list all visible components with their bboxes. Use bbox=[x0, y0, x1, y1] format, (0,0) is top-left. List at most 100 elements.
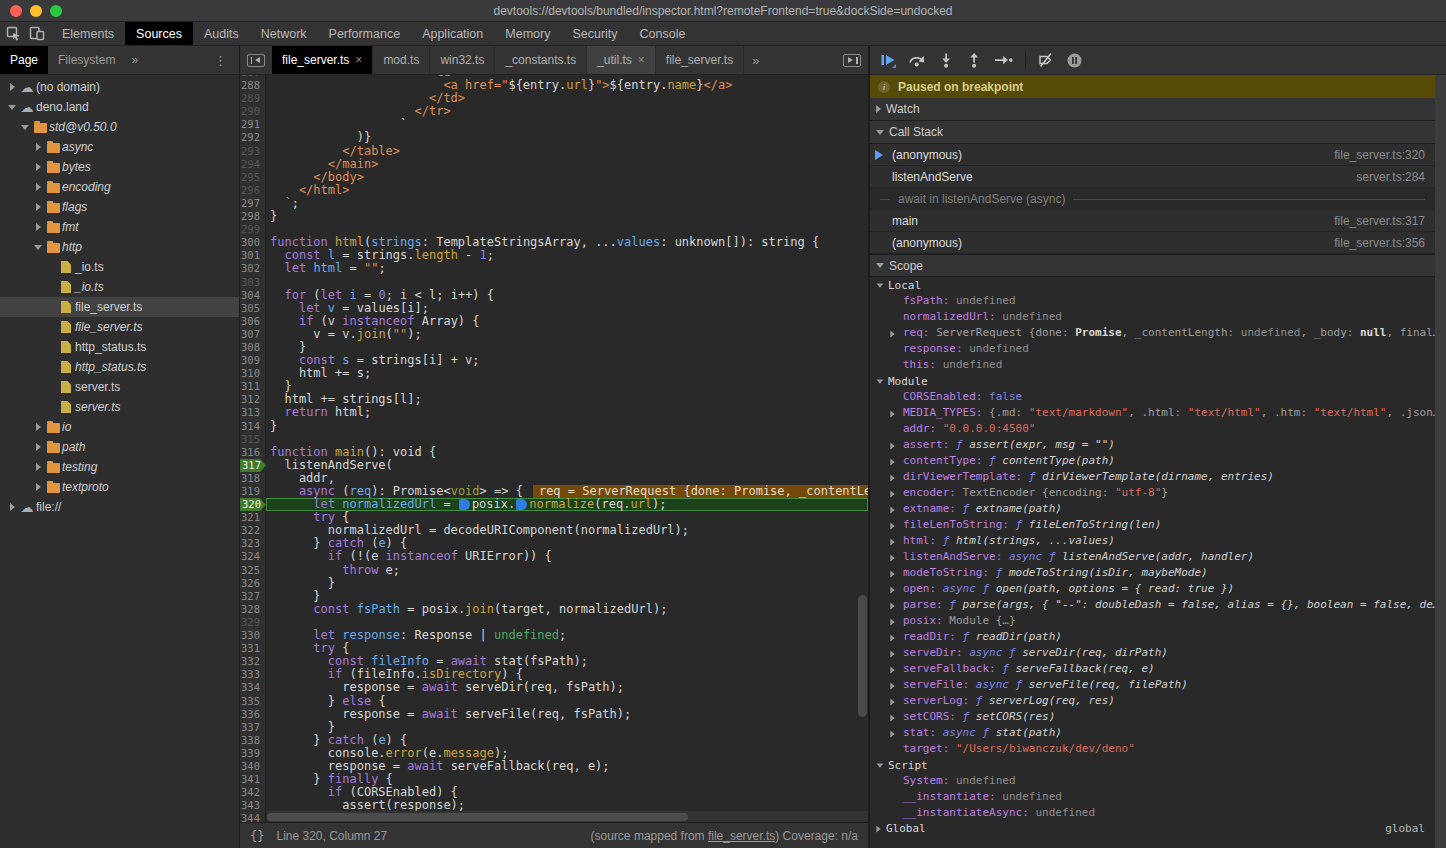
expand-icon[interactable] bbox=[890, 730, 894, 737]
expand-icon[interactable] bbox=[890, 538, 894, 545]
line-number[interactable]: 342 bbox=[240, 786, 266, 799]
frame-location-link[interactable]: file_server.ts:320 bbox=[1334, 148, 1425, 162]
scope-variable[interactable]: req: ServerRequest {done: Promise, _cont… bbox=[870, 325, 1435, 341]
deactivate-breakpoints-button[interactable] bbox=[1038, 52, 1054, 68]
watch-section-header[interactable]: Watch bbox=[870, 98, 1435, 121]
tree-item-file[interactable]: ☁file:// bbox=[0, 497, 239, 517]
pretty-print-button[interactable]: {} bbox=[250, 829, 264, 843]
line-number[interactable]: 314 bbox=[240, 420, 266, 433]
tree-item-http_status.ts[interactable]: http_status.ts bbox=[0, 337, 239, 357]
line-number[interactable]: 338 bbox=[240, 734, 266, 747]
editor-horizontal-scrollbar[interactable] bbox=[267, 811, 868, 822]
scope-variable[interactable]: listenAndServe: async ƒ listenAndServe(a… bbox=[870, 549, 1435, 565]
navigator-tab-filesystem[interactable]: Filesystem bbox=[48, 46, 125, 74]
frame-location-link[interactable]: server.ts:284 bbox=[1356, 170, 1425, 184]
line-number[interactable]: 333 bbox=[240, 668, 266, 681]
scope-section-script[interactable]: Script bbox=[870, 757, 1435, 773]
line-number[interactable]: 310 bbox=[240, 367, 266, 380]
scope-variable[interactable]: CORSEnabled: false bbox=[870, 389, 1435, 405]
line-number[interactable]: 343 bbox=[240, 799, 266, 812]
navigator-tab-page[interactable]: Page bbox=[0, 46, 48, 74]
line-number[interactable]: 301 bbox=[240, 249, 266, 262]
tree-item-file_server.ts[interactable]: file_server.ts bbox=[0, 297, 239, 317]
step-over-button[interactable] bbox=[908, 52, 926, 68]
callstack-frame[interactable]: (anonymous)file_server.ts:356 bbox=[870, 232, 1435, 254]
line-number[interactable]: 302 bbox=[240, 262, 266, 275]
tab-security[interactable]: Security bbox=[561, 22, 628, 45]
scope-variable[interactable]: modeToString: ƒ modeToString(isDir, mayb… bbox=[870, 565, 1435, 581]
line-number[interactable]: 304 bbox=[240, 289, 266, 302]
close-tab-icon[interactable]: × bbox=[355, 53, 362, 67]
line-number[interactable]: 292 bbox=[240, 131, 266, 144]
tree-item-http_status.ts[interactable]: http_status.ts bbox=[0, 357, 239, 377]
scope-variable[interactable]: __instantiateAsync: undefined bbox=[870, 805, 1435, 821]
line-number[interactable]: 293 bbox=[240, 145, 266, 158]
line-number[interactable]: 291 bbox=[240, 118, 266, 131]
line-number[interactable]: 321 bbox=[240, 511, 266, 524]
tree-item-io[interactable]: io bbox=[0, 417, 239, 437]
scope-variable[interactable]: fileLenToString: ƒ fileLenToString(len) bbox=[870, 517, 1435, 533]
scope-variable[interactable]: stat: async ƒ stat(path) bbox=[870, 725, 1435, 741]
scope-variable[interactable]: readDir: ƒ readDir(path) bbox=[870, 629, 1435, 645]
scope-variable[interactable]: this: undefined bbox=[870, 357, 1435, 373]
pause-on-exceptions-button[interactable] bbox=[1066, 52, 1083, 69]
tree-item-server.ts[interactable]: server.ts bbox=[0, 397, 239, 417]
tab-network[interactable]: Network bbox=[250, 22, 318, 45]
line-number[interactable]: 303 bbox=[240, 276, 266, 289]
scope-variable[interactable]: encoder: TextEncoder {encoding: "utf-8"} bbox=[870, 485, 1435, 501]
scope-variable[interactable]: normalizedUrl: undefined bbox=[870, 309, 1435, 325]
line-number[interactable]: 327 bbox=[240, 590, 266, 603]
scope-variable[interactable]: MEDIA_TYPES: {.md: "text/markdown", .htm… bbox=[870, 405, 1435, 421]
editor-tabs-overflow[interactable]: » bbox=[744, 46, 767, 74]
expand-icon[interactable] bbox=[890, 490, 894, 497]
callstack-frame[interactable]: (anonymous)file_server.ts:320 bbox=[870, 144, 1435, 166]
line-number[interactable]: 312 bbox=[240, 393, 266, 406]
tab-memory[interactable]: Memory bbox=[494, 22, 561, 45]
resume-button[interactable] bbox=[880, 52, 896, 68]
tree-item-fmt[interactable]: fmt bbox=[0, 217, 239, 237]
tab-performance[interactable]: Performance bbox=[318, 22, 412, 45]
line-number[interactable]: 330 bbox=[240, 629, 266, 642]
line-number[interactable]: 341 bbox=[240, 773, 266, 786]
line-number[interactable]: 332 bbox=[240, 655, 266, 668]
line-number[interactable]: 334 bbox=[240, 681, 266, 694]
scope-section-module[interactable]: Module bbox=[870, 373, 1435, 389]
line-number[interactable]: 337 bbox=[240, 721, 266, 734]
line-number[interactable]: 329 bbox=[240, 616, 266, 629]
expand-icon[interactable] bbox=[890, 714, 894, 721]
code-editor[interactable]: 287 <td>288 <a href="${entry.url}">${ent… bbox=[240, 75, 868, 822]
expand-icon[interactable] bbox=[890, 458, 894, 465]
step-button[interactable] bbox=[994, 52, 1013, 68]
expand-icon[interactable] bbox=[890, 634, 894, 641]
callstack-frame[interactable]: listenAndServeserver.ts:284 bbox=[870, 166, 1435, 188]
continue-to-here-icon[interactable] bbox=[459, 499, 470, 510]
scope-variable[interactable]: serveFallback: ƒ serveFallback(req, e) bbox=[870, 661, 1435, 677]
device-toolbar-icon[interactable] bbox=[29, 26, 45, 41]
step-into-button[interactable] bbox=[938, 52, 954, 68]
line-number[interactable]: 290 bbox=[240, 105, 266, 118]
navigator-tabs-overflow[interactable]: » bbox=[125, 46, 144, 74]
scope-variable[interactable]: target: "/Users/biwanczuk/dev/deno" bbox=[870, 741, 1435, 757]
line-number[interactable]: 298 bbox=[240, 210, 266, 223]
source-map-link[interactable]: file_server.ts bbox=[708, 829, 775, 843]
line-number[interactable]: 331 bbox=[240, 642, 266, 655]
line-number[interactable]: 315 bbox=[240, 433, 266, 446]
line-number[interactable]: 299 bbox=[240, 223, 266, 236]
expand-icon[interactable] bbox=[890, 330, 894, 337]
scope-variable[interactable]: response: undefined bbox=[870, 341, 1435, 357]
scope-section-local[interactable]: Local bbox=[870, 277, 1435, 293]
scope-variable[interactable]: contentType: ƒ contentType(path) bbox=[870, 453, 1435, 469]
expand-icon[interactable] bbox=[890, 474, 894, 481]
expand-icon[interactable] bbox=[890, 554, 894, 561]
editor-tab-_constants.ts[interactable]: _constants.ts bbox=[495, 46, 587, 74]
tree-item-deno.land[interactable]: ☁deno.land bbox=[0, 97, 239, 117]
tree-item-textproto[interactable]: textproto bbox=[0, 477, 239, 497]
expand-icon[interactable] bbox=[890, 442, 894, 449]
editor-tab-file_server.ts[interactable]: file_server.ts× bbox=[272, 46, 373, 74]
line-number[interactable]: 307 bbox=[240, 328, 266, 341]
tree-item-encoding[interactable]: encoding bbox=[0, 177, 239, 197]
line-number[interactable]: 308 bbox=[240, 341, 266, 354]
expand-icon[interactable] bbox=[890, 602, 894, 609]
editor-tab-win32.ts[interactable]: win32.ts bbox=[430, 46, 495, 74]
line-number[interactable]: 289 bbox=[240, 92, 266, 105]
